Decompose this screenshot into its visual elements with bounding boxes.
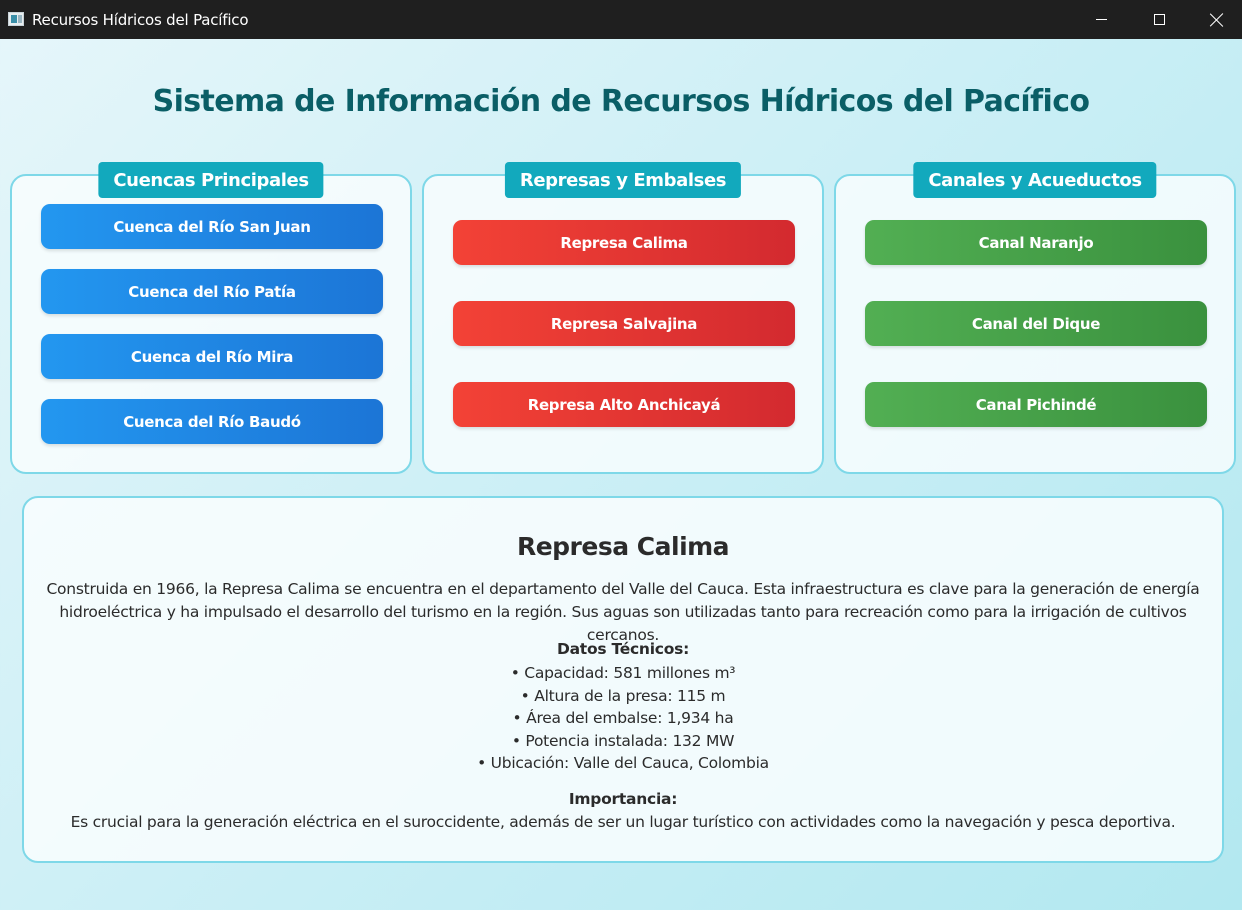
- minimize-button[interactable]: [1072, 0, 1130, 39]
- tech-data-heading: Datos Técnicos:: [556, 640, 690, 658]
- button-represa-salvajina[interactable]: Represa Salvajina: [453, 301, 795, 346]
- importance-text: Es crucial para la generación eléctrica …: [70, 813, 1176, 831]
- panel-represas: Represas y Embalses Represa Calima Repre…: [422, 162, 824, 474]
- button-represa-alto-anchicaya[interactable]: Represa Alto Anchicayá: [453, 382, 795, 427]
- maximize-icon: [1153, 14, 1165, 25]
- button-cuenca-baudo[interactable]: Cuenca del Río Baudó: [41, 399, 383, 444]
- button-cuenca-mira[interactable]: Cuenca del Río Mira: [41, 334, 383, 379]
- tech-item: • Área del embalse: 1,934 ha: [512, 709, 734, 728]
- panel-cuencas: Cuencas Principales Cuenca del Río San J…: [10, 162, 412, 474]
- tech-data-list: • Capacidad: 581 millones m³ • Altura de…: [24, 662, 1222, 775]
- button-canal-pichinde[interactable]: Canal Pichindé: [865, 382, 1207, 427]
- close-icon: [1210, 13, 1224, 27]
- button-canal-dique[interactable]: Canal del Dique: [865, 301, 1207, 346]
- page-title: Sistema de Información de Recursos Hídri…: [152, 84, 1090, 119]
- button-cuenca-san-juan[interactable]: Cuenca del Río San Juan: [41, 204, 383, 249]
- tech-item: • Capacidad: 581 millones m³: [510, 664, 736, 682]
- importance-heading: Importancia:: [568, 790, 678, 808]
- panel-canales: Canales y Acueductos Canal Naranjo Canal…: [834, 162, 1236, 474]
- close-button[interactable]: [1188, 0, 1242, 39]
- panel-title-represas: Represas y Embalses: [504, 162, 742, 198]
- button-canal-naranjo[interactable]: Canal Naranjo: [865, 220, 1207, 265]
- button-represa-calima[interactable]: Represa Calima: [453, 220, 795, 265]
- button-cuenca-patia[interactable]: Cuenca del Río Patía: [41, 269, 383, 314]
- panel-title-canales: Canales y Acueductos: [913, 162, 1157, 198]
- detail-title: Represa Calima: [516, 532, 730, 561]
- tech-item: • Ubicación: Valle del Cauca, Colombia: [477, 754, 769, 773]
- tech-item: • Altura de la presa: 115 m: [520, 686, 726, 705]
- app-window-icon: [8, 12, 24, 26]
- minimize-icon: [1095, 19, 1107, 20]
- tech-item: • Potencia instalada: 132 MW: [511, 731, 735, 750]
- detail-description: Construida en 1966, la Represa Calima se…: [46, 580, 1200, 644]
- window-titlebar: Recursos Hídricos del Pacífico: [0, 0, 1242, 39]
- window-title: Recursos Hídricos del Pacífico: [32, 11, 249, 29]
- detail-card: Represa Calima Construida en 1966, la Re…: [22, 496, 1224, 863]
- panel-title-cuencas: Cuencas Principales: [98, 162, 324, 198]
- maximize-button[interactable]: [1130, 0, 1188, 39]
